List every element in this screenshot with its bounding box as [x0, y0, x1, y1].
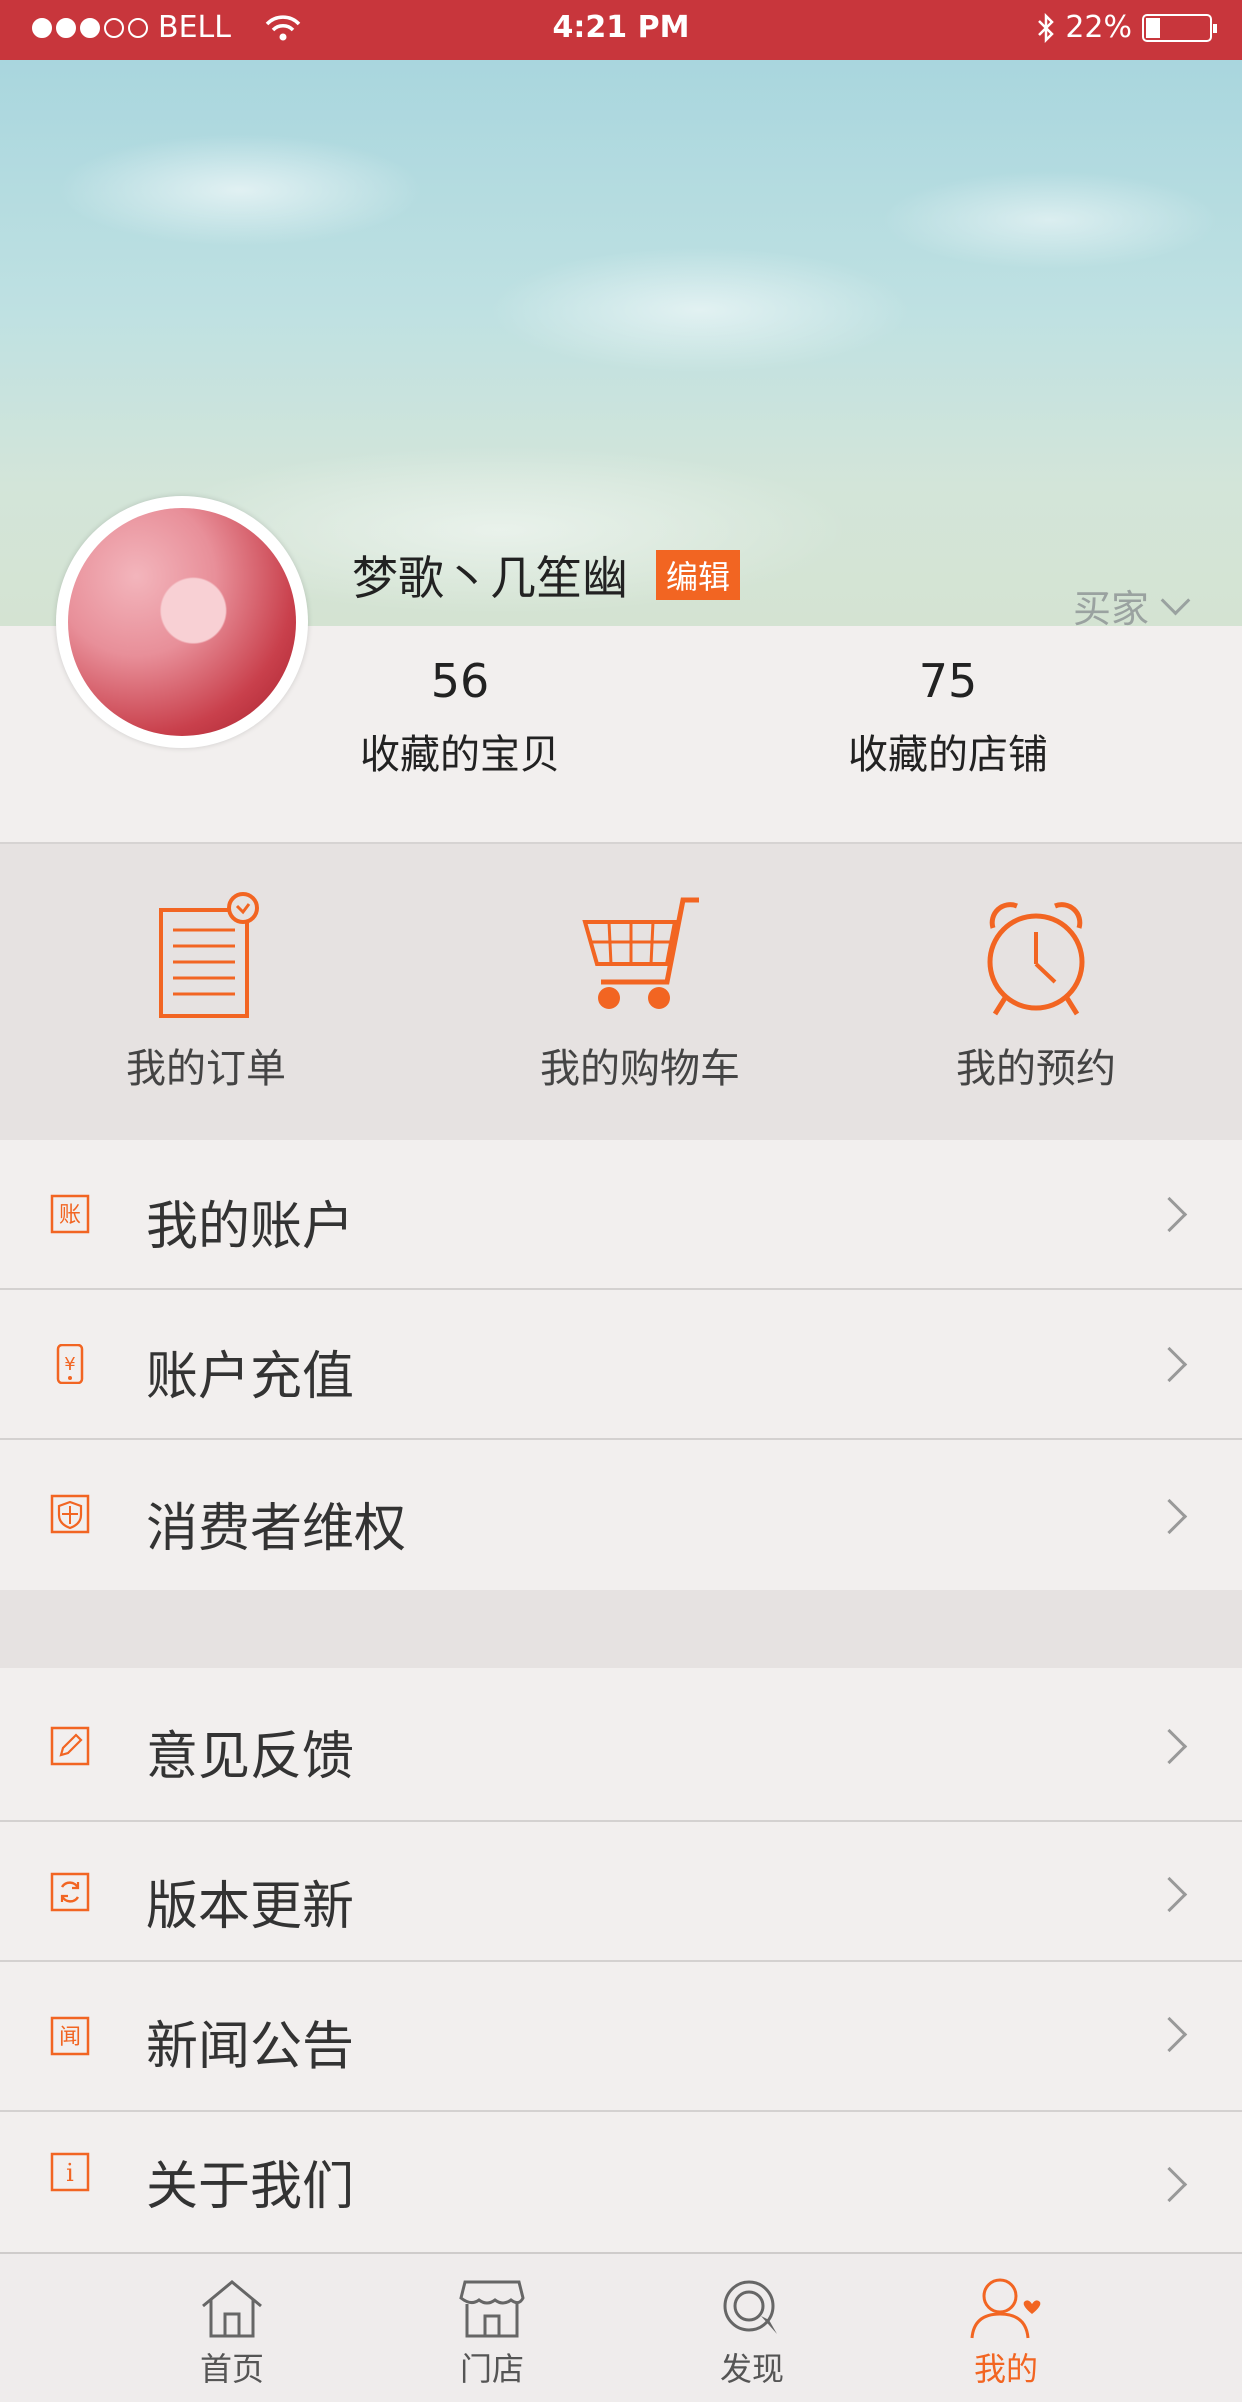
chevron-right-icon [1151, 2166, 1188, 2203]
tab-mine[interactable]: 我的 [906, 2254, 1106, 2402]
menu-label: 账户充值 [146, 1347, 355, 1407]
shortcut-bar: 我的订单 我的购物车 我的预约 [0, 844, 1242, 1140]
menu-label: 消费者维权 [146, 1499, 407, 1559]
avatar[interactable] [56, 496, 308, 748]
tab-label: 首页 [199, 2350, 264, 2388]
menu-item-account-recharge[interactable]: ¥ 账户充值 [0, 1290, 1242, 1438]
svg-text:i: i [66, 2159, 74, 2187]
shortcut-my-appointments[interactable]: 我的预约 [886, 844, 1186, 1140]
menu-label: 版本更新 [146, 1877, 355, 1937]
refresh-icon [50, 1872, 90, 1912]
tab-discover[interactable]: 发现 [652, 2254, 852, 2402]
pencil-icon [50, 1726, 90, 1766]
battery-icon [1142, 13, 1217, 42]
shortcut-label: 我的购物车 [540, 1046, 740, 1092]
stat-label: 收藏的店铺 [848, 732, 1048, 778]
username: 梦歌丶几笙幽 [352, 551, 628, 605]
stat-favorite-stores[interactable]: 75 收藏的店铺 [798, 654, 1098, 780]
chevron-right-icon [1151, 1346, 1188, 1383]
shortcut-label: 我的订单 [126, 1046, 286, 1092]
menu-item-version-update[interactable]: 版本更新 [0, 1822, 1242, 1960]
tab-bar: 首页 门店 发现 我的 [0, 2252, 1242, 2402]
svg-text:账: 账 [59, 1203, 81, 1228]
bluetooth-icon [1038, 12, 1055, 43]
tab-label: 门店 [459, 2350, 524, 2388]
stat-value: 56 [430, 654, 490, 708]
user-icon [970, 2278, 1041, 2339]
chevron-right-icon [1151, 1876, 1188, 1913]
menu-item-news[interactable]: 闻 新闻公告 [0, 1962, 1242, 2110]
role-label: 买家 [1072, 587, 1149, 631]
chevron-right-icon [1151, 1728, 1188, 1765]
news-icon: 闻 [50, 2016, 90, 2056]
store-icon [459, 2280, 525, 2338]
chevron-right-icon [1151, 2016, 1188, 2053]
home-icon [202, 2280, 262, 2338]
role-switch[interactable]: 买家 [1072, 578, 1191, 633]
menu-label: 新闻公告 [146, 2017, 355, 2077]
menu-item-feedback[interactable]: 意见反馈 [0, 1668, 1242, 1820]
svg-text:¥: ¥ [64, 1354, 75, 1375]
tab-home[interactable]: 首页 [132, 2254, 332, 2402]
status-bar: BELL 4:21 PM 22% [0, 0, 1242, 60]
order-list-icon [159, 892, 259, 1018]
shortcut-my-cart[interactable]: 我的购物车 [490, 844, 790, 1140]
shortcut-my-orders[interactable]: 我的订单 [56, 844, 356, 1140]
svg-text:闻: 闻 [59, 2025, 81, 2050]
edit-profile-button[interactable]: 编辑 [656, 550, 741, 600]
info-icon: i [50, 2152, 90, 2192]
chevron-right-icon [1151, 1196, 1188, 1233]
alarm-clock-icon [987, 902, 1085, 1016]
battery-percent: 22% [1065, 10, 1132, 45]
stat-value: 75 [918, 654, 978, 708]
tab-store[interactable]: 门店 [392, 2254, 592, 2402]
section-gap [0, 1590, 1242, 1668]
phone-recharge-icon: ¥ [56, 1344, 84, 1384]
menu-item-consumer-rights[interactable]: 消费者维权 [0, 1440, 1242, 1590]
menu-label: 我的账户 [146, 1197, 355, 1257]
account-icon: 账 [50, 1194, 90, 1234]
chevron-down-icon [1160, 585, 1191, 616]
chevron-right-icon [1151, 1498, 1188, 1535]
cart-icon [582, 897, 699, 1009]
menu-item-my-account[interactable]: 账 我的账户 [0, 1140, 1242, 1288]
tab-label: 我的 [973, 2350, 1038, 2388]
tab-label: 发现 [719, 2350, 784, 2388]
stat-label: 收藏的宝贝 [360, 732, 560, 778]
menu-item-about-us[interactable]: i 关于我们 [0, 2112, 1242, 2252]
status-right: 22% [1037, 10, 1217, 45]
shortcut-label: 我的预约 [956, 1046, 1116, 1092]
discover-icon [723, 2280, 777, 2334]
avatar-image [68, 508, 296, 736]
menu-label: 关于我们 [146, 2157, 355, 2217]
stat-favorite-items[interactable]: 56 收藏的宝贝 [310, 654, 610, 780]
menu-label: 意见反馈 [146, 1727, 355, 1787]
shield-icon [50, 1494, 90, 1534]
